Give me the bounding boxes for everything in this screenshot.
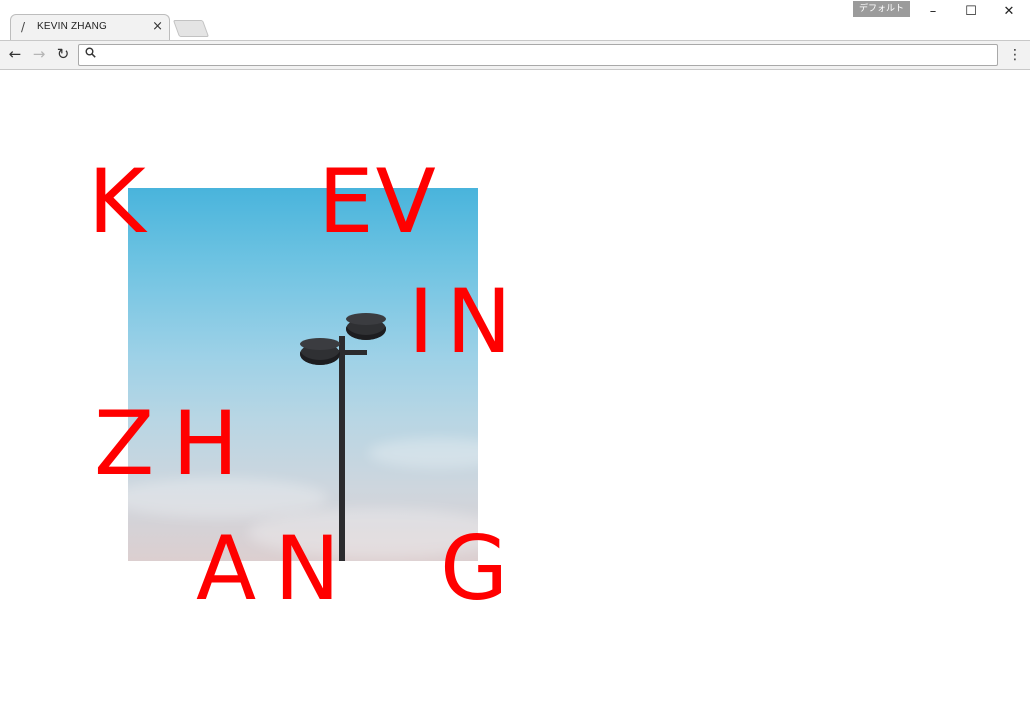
new-tab-button[interactable] — [172, 20, 210, 37]
logo-letters-in: IN — [408, 270, 524, 373]
logo-letters-an: AN — [196, 517, 359, 620]
tab-title: KEVIN ZHANG — [37, 21, 107, 32]
search-icon — [85, 47, 96, 61]
page-favicon-icon: / — [21, 20, 26, 34]
back-button[interactable]: ← — [5, 44, 25, 64]
reload-button[interactable]: ↻ — [53, 44, 73, 64]
browser-tab[interactable]: / KEVIN ZHANG × — [10, 14, 170, 40]
page-content: K EV IN ZH AN G — [0, 70, 1030, 707]
close-window-button[interactable]: ✕ — [990, 2, 1028, 22]
logo-letters-g: G — [440, 517, 509, 620]
browser-toolbar: ← → ↻ ⋮ — [0, 40, 1030, 70]
logo-letters-zh: ZH — [94, 392, 257, 495]
tab-strip: / KEVIN ZHANG × デフォルト – ☐ ✕ — [0, 0, 1030, 40]
minimize-button[interactable]: – — [914, 2, 952, 22]
browser-menu-icon[interactable]: ⋮ — [1008, 46, 1022, 64]
logo-letters-k: K — [88, 150, 146, 253]
maximize-button[interactable]: ☐ — [952, 2, 990, 22]
address-input[interactable] — [103, 46, 987, 66]
close-tab-icon[interactable]: × — [152, 19, 163, 34]
address-bar[interactable] — [78, 44, 998, 66]
forward-button[interactable]: → — [29, 44, 49, 64]
profile-badge[interactable]: デフォルト — [853, 1, 911, 17]
logo-letters-ev: EV — [318, 150, 438, 253]
